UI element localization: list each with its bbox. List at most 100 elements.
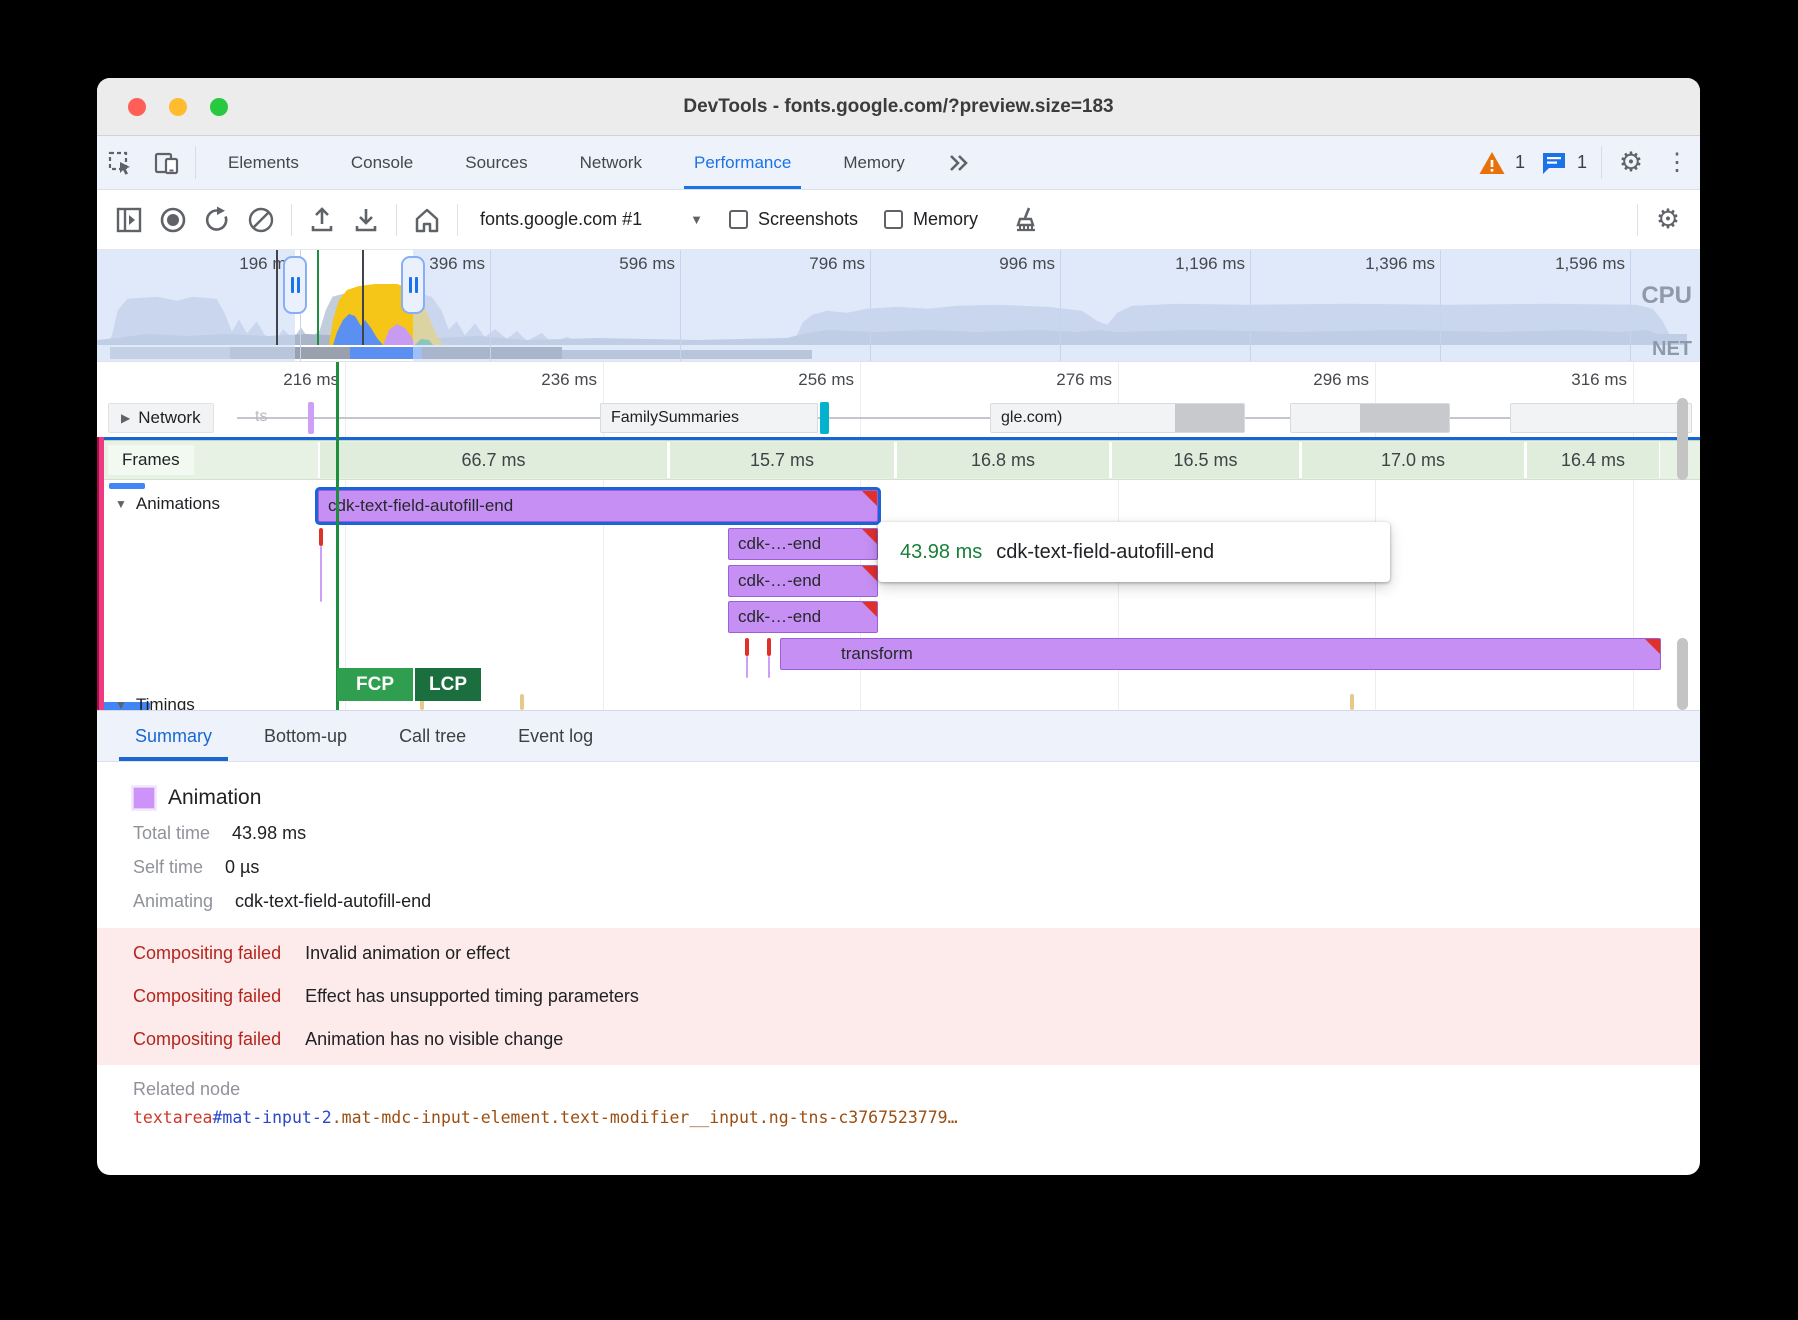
memory-checkbox[interactable] [884,210,903,229]
animation-start-line [746,656,748,678]
animating-row: Animatingcdk-text-field-autofill-end [97,878,1700,912]
warning-icon [1479,151,1505,175]
long-task-stripe [97,437,104,710]
more-options-icon[interactable]: ⋮ [1654,136,1700,189]
tab-event-log[interactable]: Event log [492,711,619,761]
frame-cell[interactable]: 16.5 ms [1110,442,1300,478]
expand-down-icon: ▼ [115,698,127,710]
ruler-tick: 276 ms [1056,370,1118,390]
cpu-label: CPU [1641,282,1692,310]
upload-profile-icon[interactable] [300,198,344,242]
selection-right-handle[interactable] [401,256,425,314]
animation-start-line [768,656,770,678]
traffic-lights [128,98,228,116]
download-profile-icon[interactable] [344,198,388,242]
self-time-value: 0 µs [225,857,259,877]
request-download-segment [1175,403,1245,433]
minimize-window-button[interactable] [169,98,187,116]
animation-bar[interactable]: cdk-…-end [728,565,878,597]
history-session-select[interactable]: fonts.google.com #1 [480,209,642,230]
overview-gridline [680,250,681,361]
tab-elements[interactable]: Elements [202,136,325,189]
selection-left-handle[interactable] [283,256,307,314]
net-label: NET [1652,338,1692,361]
compositing-failures: Compositing failedInvalid animation or e… [97,928,1700,1065]
tab-call-tree[interactable]: Call tree [373,711,492,761]
lcp-badge[interactable]: LCP [415,668,481,701]
related-node-link[interactable]: textarea#mat-input-2.mat-mdc-input-eleme… [97,1100,1700,1127]
chat-bubble-icon [1541,151,1567,175]
network-request[interactable]: gle.com) [990,403,1245,433]
frame-cell[interactable]: 16.8 ms [895,442,1110,478]
tab-memory[interactable]: Memory [817,136,930,189]
animation-bar[interactable]: cdk-…-end [728,528,878,560]
ruler-tick: 256 ms [798,370,860,390]
settings-gear-icon[interactable]: ⚙ [1608,136,1654,189]
scrollbar-thumb[interactable] [1677,638,1688,710]
more-tabs-button[interactable] [931,136,987,189]
divider [1601,146,1602,179]
animations-track-label: Animations [136,494,220,514]
total-time-value: 43.98 ms [232,823,306,843]
animation-start-tick [745,638,749,656]
animations-track-header[interactable]: ▼ Animations [115,494,220,514]
titlebar: DevTools - fonts.google.com/?preview.siz… [97,78,1700,136]
frames-track-label: Frames [108,445,194,475]
frame-cell[interactable]: 66.7 ms [318,442,668,478]
frame-cell[interactable]: 16.4 ms [1525,442,1660,478]
home-icon[interactable] [405,198,449,242]
garbage-collect-icon[interactable] [1004,198,1048,242]
overview-fcp-line [317,250,319,345]
screenshots-checkbox[interactable] [729,210,748,229]
tab-summary[interactable]: Summary [109,711,238,761]
inspect-element-icon[interactable] [97,136,143,189]
details-tabbar: Summary Bottom-up Call tree Event log [97,710,1700,762]
warning-count: 1 [1515,152,1525,173]
capture-settings-gear-icon[interactable]: ⚙ [1646,198,1690,242]
animation-bar[interactable]: cdk-…-end [728,601,878,633]
overview-tick: 596 ms [619,254,680,274]
record-icon[interactable] [151,198,195,242]
animation-tooltip: 43.98 ms cdk-text-field-autofill-end [878,522,1390,582]
frame-cell[interactable]: 15.7 ms [668,442,895,478]
scrollbar-thumb[interactable] [1677,398,1688,480]
fcp-badge[interactable]: FCP [337,668,413,701]
close-window-button[interactable] [128,98,146,116]
device-toolbar-icon[interactable] [143,136,189,189]
timings-track-header[interactable]: ▼ Timings [115,695,195,710]
node-classes: .mat-mdc-input-element.text-modifier__in… [332,1108,958,1127]
network-request[interactable]: FamilySummaries [600,403,818,433]
network-event-tick [820,402,829,434]
screenshots-label: Screenshots [758,209,858,230]
network-track-header[interactable]: ▶ Network [108,403,214,433]
network-request[interactable] [1510,403,1692,433]
tab-bottom-up[interactable]: Bottom-up [238,711,373,761]
zoom-window-button[interactable] [210,98,228,116]
reload-record-icon[interactable] [195,198,239,242]
issues-warning-badge[interactable]: 1 [1471,136,1533,189]
tab-network[interactable]: Network [554,136,668,189]
compositing-failed-row: Compositing failedAnimation has no visib… [97,1018,1700,1061]
tooltip-name: cdk-text-field-autofill-end [996,541,1214,564]
related-node-label: Related node [97,1065,1700,1100]
chevron-down-icon[interactable]: ▼ [690,212,703,227]
divider [396,204,397,236]
request-download-segment [1360,403,1450,433]
timeline-tracks[interactable]: 216 ms 236 ms 256 ms 276 ms 296 ms 316 m… [97,362,1700,710]
devtools-window: DevTools - fonts.google.com/?preview.siz… [97,78,1700,1175]
summary-title-row: Animation [97,762,1700,810]
performance-toolbar: fonts.google.com #1 ▼ Screenshots Memory… [97,190,1700,250]
timeline-overview[interactable]: 196 ms 396 ms 596 ms 796 ms 996 ms 1,196… [97,250,1700,362]
tooltip-duration: 43.98 ms [900,541,982,564]
tab-performance[interactable]: Performance [668,136,817,189]
animation-bar-selected[interactable]: cdk-text-field-autofill-end [318,490,878,522]
network-request[interactable] [1290,403,1450,433]
transform-animation-bar[interactable]: transform [780,638,1661,670]
frame-cell[interactable]: 17.0 ms [1300,442,1525,478]
tab-console[interactable]: Console [325,136,439,189]
tab-sources[interactable]: Sources [439,136,553,189]
clear-icon[interactable] [239,198,283,242]
issues-message-badge[interactable]: 1 [1533,136,1595,189]
toggle-sidebar-icon[interactable] [107,198,151,242]
interactions-tick [109,483,145,489]
